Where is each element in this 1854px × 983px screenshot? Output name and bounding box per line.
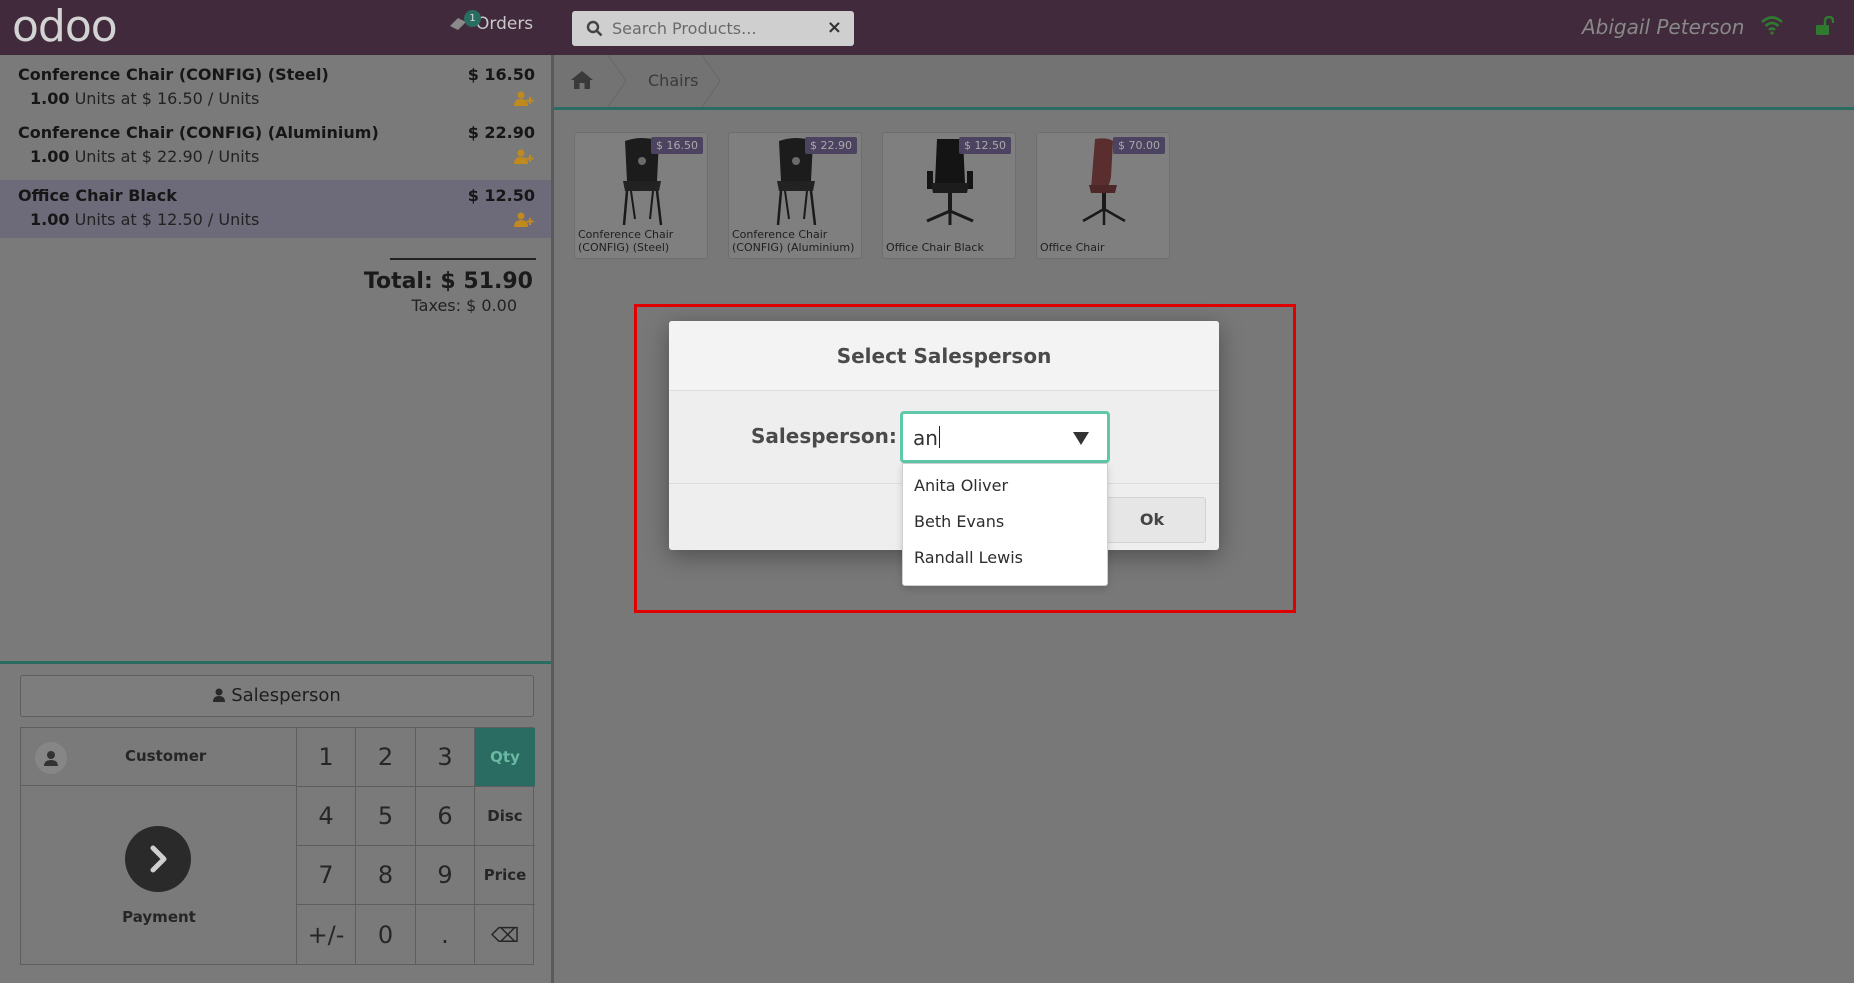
order-line-unit-info: Units at $ 16.50 / Units [74,89,260,108]
payment-button[interactable]: Payment [21,786,297,964]
ok-button[interactable]: Ok [1098,497,1206,543]
product-price-tag: $ 16.50 [651,137,703,154]
salesperson-button-label: Salesperson [231,685,341,706]
total-divider [390,258,536,260]
product-card[interactable]: $ 12.50 Office Chair Black [882,132,1016,259]
order-line-selected[interactable]: Office Chair Black $ 12.50 1.00 Units at… [0,180,551,238]
numpad: 1 2 3 Qty 4 5 6 Disc 7 8 9 Price +/- 0 .… [297,728,535,964]
order-line-qty: 1.00 [30,89,70,108]
cashier-name[interactable]: Abigail Peterson [1582,15,1744,39]
order-line-info: 1.00 Units at $ 22.90 / Units [30,147,259,166]
numpad-key-3[interactable]: 3 [416,728,475,787]
order-line-price: $ 16.50 [467,65,535,84]
unlock-icon[interactable] [1814,16,1834,36]
salesperson-option[interactable]: Anita Oliver [903,468,1107,504]
search-input[interactable] [612,15,812,42]
clear-search-icon[interactable]: × [827,17,842,38]
product-card[interactable]: $ 70.00 Office Chair [1036,132,1170,259]
product-card[interactable]: $ 16.50 Conference Chair (CONFIG) (Steel… [574,132,708,259]
breadcrumb: Chairs [554,55,1854,110]
user-icon [213,688,226,702]
order-line-unit-info: Units at $ 22.90 / Units [74,147,260,166]
order-line-info: 1.00 Units at $ 12.50 / Units [30,210,259,229]
salesperson-select-input[interactable]: an [900,411,1110,463]
salesperson-option[interactable]: Randall Lewis [903,540,1107,576]
mode-disc-button[interactable]: Disc [475,787,535,846]
salesperson-button[interactable]: Salesperson [20,675,534,717]
wifi-icon [1761,16,1783,35]
numpad-key-4[interactable]: 4 [297,787,356,846]
control-pad: Customer Payment 1 2 3 Qty 4 5 6 Disc 7 … [20,727,535,965]
dialog-title: Select Salesperson [669,321,1219,391]
numpad-key-1[interactable]: 1 [297,728,356,787]
mode-price-button[interactable]: Price [475,846,535,905]
salesperson-dropdown: Anita Oliver Beth Evans Randall Lewis [902,463,1108,586]
top-bar: odoo 1 Orders × Abigail Peterson [0,0,1854,55]
breadcrumb-category[interactable]: Chairs [648,71,698,90]
numpad-decimal[interactable]: . [416,905,475,964]
order-line-price: $ 22.90 [467,123,535,142]
assign-salesperson-icon[interactable] [513,149,535,165]
breadcrumb-separator [701,55,721,107]
numpad-key-2[interactable]: 2 [356,728,416,787]
order-line-product: Conference Chair (CONFIG) (Aluminium) [18,123,379,142]
customer-label: Customer [125,747,207,765]
search-icon [586,20,603,37]
product-price-tag: $ 70.00 [1113,137,1165,154]
salesperson-input-text[interactable]: an [913,426,940,450]
home-icon [571,71,593,89]
numpad-key-0[interactable]: 0 [356,905,416,964]
product-name: Office Chair [1040,241,1105,254]
ticket-icon: 1 [448,10,481,32]
orders-label: Orders [476,14,534,34]
orders-count-badge: 1 [464,10,481,27]
order-line-price: $ 12.50 [467,186,535,205]
chevron-right-icon [125,826,191,892]
order-line-product: Office Chair Black [18,186,177,205]
assign-salesperson-icon[interactable] [513,91,535,107]
assign-salesperson-icon[interactable] [513,212,535,228]
order-line-unit-info: Units at $ 12.50 / Units [74,210,260,229]
customer-avatar-icon [35,742,67,774]
backspace-icon[interactable]: ⌫ [475,905,535,964]
payment-label: Payment [122,908,196,926]
order-line-qty: 1.00 [30,147,70,166]
orders-button[interactable]: 1 Orders [448,10,534,34]
product-name: Office Chair Black [886,241,984,254]
order-line[interactable]: Conference Chair (CONFIG) (Steel) $ 16.5… [0,55,551,113]
mode-qty-button[interactable]: Qty [475,728,535,787]
customer-button[interactable]: Customer [21,728,297,786]
product-name: Conference Chair (CONFIG) (Aluminium) [732,228,855,254]
numpad-key-7[interactable]: 7 [297,846,356,905]
order-line-product: Conference Chair (CONFIG) (Steel) [18,65,329,84]
order-taxes: Taxes: $ 0.00 [411,296,517,315]
order-line[interactable]: Conference Chair (CONFIG) (Aluminium) $ … [0,113,551,171]
product-search[interactable]: × [572,11,854,46]
order-line-qty: 1.00 [30,210,70,229]
numpad-key-6[interactable]: 6 [416,787,475,846]
numpad-key-9[interactable]: 9 [416,846,475,905]
dropdown-arrow-icon[interactable] [1073,432,1089,445]
product-price-tag: $ 12.50 [959,137,1011,154]
order-line-info: 1.00 Units at $ 16.50 / Units [30,89,259,108]
control-divider [0,661,551,664]
numpad-key-5[interactable]: 5 [356,787,416,846]
order-panel: Conference Chair (CONFIG) (Steel) $ 16.5… [0,55,554,983]
odoo-logo: odoo [12,1,118,52]
breadcrumb-separator [607,55,627,107]
salesperson-field-label: Salesperson: [751,424,897,448]
order-total: Total: $ 51.90 [363,269,533,294]
product-name: Conference Chair (CONFIG) (Steel) [578,228,674,254]
salesperson-option[interactable]: Beth Evans [903,504,1107,540]
numpad-key-8[interactable]: 8 [356,846,416,905]
product-price-tag: $ 22.90 [805,137,857,154]
product-card[interactable]: $ 22.90 Conference Chair (CONFIG) (Alumi… [728,132,862,259]
numpad-sign-toggle[interactable]: +/- [297,905,356,964]
